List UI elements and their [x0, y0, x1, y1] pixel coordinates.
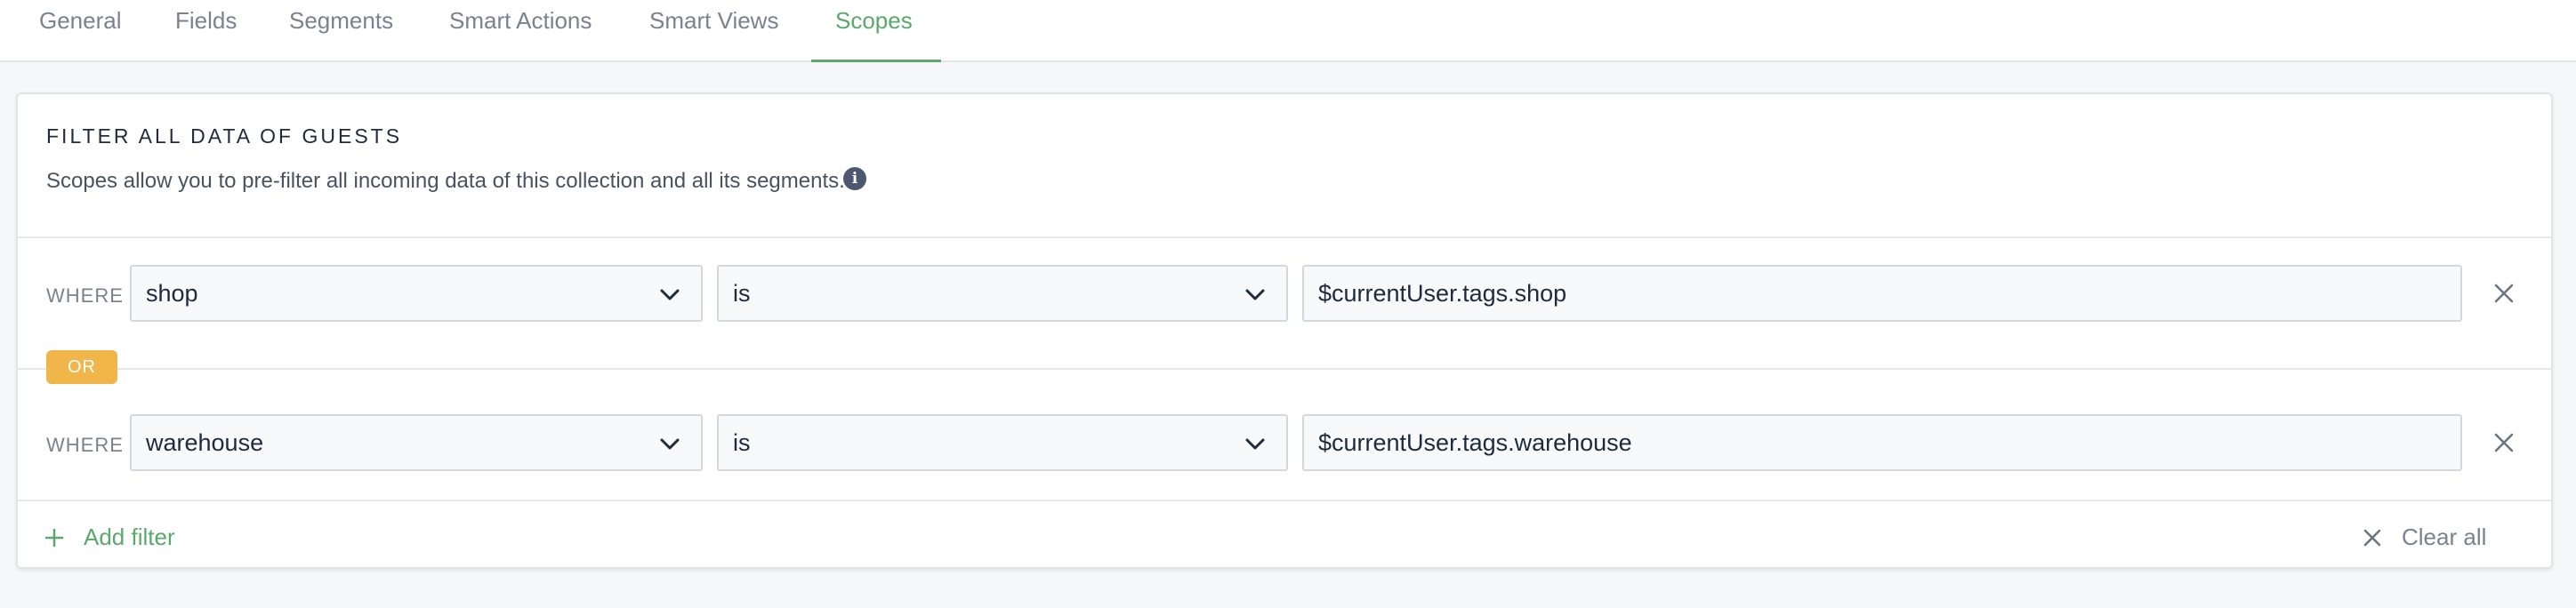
- remove-filter-close-icon[interactable]: [2492, 431, 2516, 454]
- clear-all-label: Clear all: [2402, 524, 2487, 550]
- clear-all-button[interactable]: Clear all: [2363, 519, 2486, 555]
- chevron-down-icon: [1245, 438, 1265, 450]
- card-title: FILTER ALL DATA OF GUESTS: [46, 124, 403, 148]
- value-input-text: $currentUser.tags.warehouse: [1318, 429, 1632, 456]
- divider: [18, 368, 2551, 370]
- remove-filter-close-icon[interactable]: [2492, 282, 2516, 305]
- chevron-down-icon: [660, 289, 680, 300]
- operator-select-value: is: [733, 429, 751, 456]
- value-input[interactable]: $currentUser.tags.shop: [1302, 265, 2462, 322]
- value-input[interactable]: $currentUser.tags.warehouse: [1302, 414, 2462, 471]
- divider: [18, 500, 2551, 501]
- tab-smart-views[interactable]: Smart Views: [649, 0, 778, 62]
- tab-smart-actions[interactable]: Smart Actions: [449, 0, 592, 62]
- operator-select-value: is: [733, 280, 751, 307]
- tab-segments[interactable]: Segments: [289, 0, 393, 62]
- field-select-value: warehouse: [146, 429, 264, 456]
- where-label: WHERE: [46, 284, 124, 307]
- field-select[interactable]: shop: [130, 265, 703, 322]
- divider: [18, 236, 2551, 238]
- close-icon: [2363, 529, 2381, 547]
- tab-scopes[interactable]: Scopes: [835, 0, 913, 62]
- chevron-down-icon: [660, 438, 680, 450]
- operator-select[interactable]: is: [717, 265, 1288, 322]
- info-icon[interactable]: i: [843, 167, 866, 190]
- scopes-card: FILTER ALL DATA OF GUESTS Scopes allow y…: [16, 92, 2553, 569]
- plus-icon: [44, 528, 64, 548]
- tab-fields[interactable]: Fields: [175, 0, 237, 62]
- field-select[interactable]: warehouse: [130, 414, 703, 471]
- or-badge[interactable]: OR: [46, 350, 117, 384]
- active-tab-indicator: [811, 60, 941, 62]
- value-input-text: $currentUser.tags.shop: [1318, 280, 1567, 307]
- tab-general[interactable]: General: [39, 0, 122, 62]
- card-description: Scopes allow you to pre-filter all incom…: [46, 169, 845, 193]
- operator-select[interactable]: is: [717, 414, 1288, 471]
- tabs-bar: General Fields Segments Smart Actions Sm…: [0, 0, 2576, 62]
- where-label: WHERE: [46, 434, 124, 456]
- add-filter-button[interactable]: Add filter: [44, 519, 175, 555]
- field-select-value: shop: [146, 280, 198, 307]
- chevron-down-icon: [1245, 289, 1265, 300]
- add-filter-label: Add filter: [84, 524, 175, 550]
